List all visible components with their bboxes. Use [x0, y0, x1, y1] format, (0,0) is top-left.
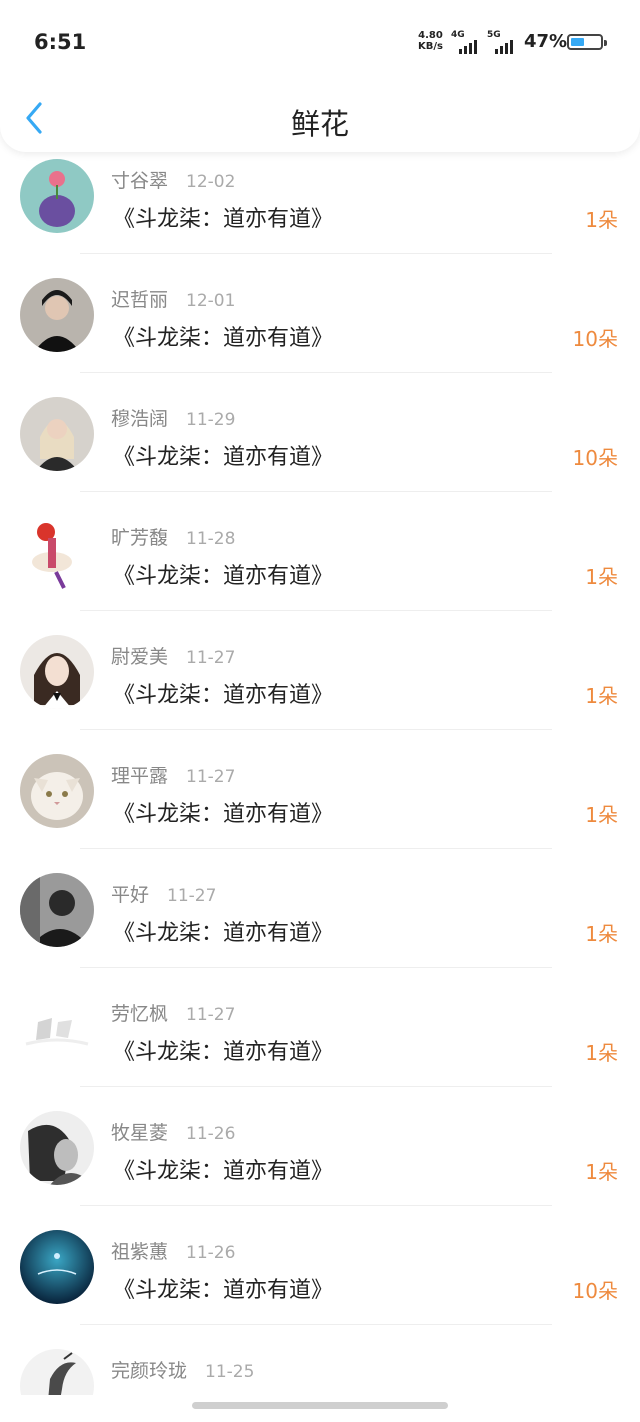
signal-5g-label: 5G: [487, 30, 501, 40]
list-item[interactable]: 平好 11-27 《斗龙柒：道亦有道》 1朵: [0, 869, 640, 988]
sender-name: 迟哲丽 12-01: [111, 289, 236, 311]
list-item[interactable]: 牧星菱 11-26 《斗龙柒：道亦有道》 1朵: [0, 1107, 640, 1226]
divider: [80, 610, 552, 611]
list-item[interactable]: 寸谷翠 12-02 《斗龙柒：道亦有道》 1朵: [0, 155, 640, 274]
book-title: 《斗龙柒：道亦有道》: [113, 683, 334, 708]
book-title: 《斗龙柒：道亦有道》: [113, 1040, 334, 1065]
battery-icon: [567, 34, 607, 50]
list-item[interactable]: 迟哲丽 12-01 《斗龙柒：道亦有道》 10朵: [0, 274, 640, 393]
network-speed: 4.80 KB/s: [418, 30, 443, 52]
avatar[interactable]: [20, 278, 94, 352]
gift-date: 12-01: [186, 291, 236, 311]
list-item[interactable]: 穆浩阔 11-29 《斗龙柒：道亦有道》 10朵: [0, 393, 640, 512]
network-speed-value: 4.80: [418, 30, 443, 41]
sender-name: 理平露 11-27: [111, 765, 236, 787]
flower-count: 1朵: [585, 565, 618, 589]
sender-name: 寸谷翠 12-02: [111, 170, 236, 192]
book-title: 《斗龙柒：道亦有道》: [113, 921, 334, 946]
book-title: 《斗龙柒：道亦有道》: [113, 326, 334, 351]
divider: [80, 729, 552, 730]
avatar[interactable]: [20, 397, 94, 471]
avatar[interactable]: [20, 1230, 94, 1304]
avatar[interactable]: [20, 1349, 94, 1395]
avatar[interactable]: [20, 754, 94, 828]
flower-count: 1朵: [585, 922, 618, 946]
book-title: 《斗龙柒：道亦有道》: [113, 802, 334, 827]
sender-name: 尉爱美 11-27: [111, 646, 236, 668]
flower-count: 10朵: [572, 446, 618, 470]
divider: [80, 1324, 552, 1325]
book-title: 《斗龙柒：道亦有道》: [113, 207, 334, 232]
gift-date: 11-29: [186, 410, 236, 430]
divider: [80, 1086, 552, 1087]
flower-count: 1朵: [585, 684, 618, 708]
gift-date: 11-27: [186, 1005, 236, 1025]
book-title: 《斗龙柒：道亦有道》: [113, 1278, 334, 1303]
divider: [80, 253, 552, 254]
signal-5g-icon: 5G: [487, 30, 517, 54]
sender-name: 穆浩阔 11-29: [111, 408, 236, 430]
sender-name: 平好 11-27: [111, 884, 217, 906]
avatar[interactable]: [20, 1111, 94, 1185]
flower-count: 1朵: [585, 1160, 618, 1184]
home-indicator[interactable]: [192, 1402, 448, 1409]
gift-date: 11-27: [186, 767, 236, 787]
gift-date: 12-02: [186, 172, 236, 192]
divider: [80, 848, 552, 849]
flower-count: 10朵: [572, 1279, 618, 1303]
gift-date: 11-27: [167, 886, 217, 906]
sender-name: 旷芳馥 11-28: [111, 527, 236, 549]
battery-fill: [571, 38, 584, 46]
gift-date: 11-28: [186, 529, 236, 549]
divider: [80, 491, 552, 492]
avatar[interactable]: [20, 992, 94, 1066]
avatar[interactable]: [20, 635, 94, 709]
list-item[interactable]: 理平露 11-27 《斗龙柒：道亦有道》 1朵: [0, 750, 640, 869]
book-title: 《斗龙柒：道亦有道》: [113, 445, 334, 470]
signal-4g-label: 4G: [451, 30, 465, 40]
avatar[interactable]: [20, 159, 94, 233]
list-item[interactable]: 尉爱美 11-27 《斗龙柒：道亦有道》 1朵: [0, 631, 640, 750]
sender-name: 祖紫蕙 11-26: [111, 1241, 236, 1263]
sender-name: 完颜玲珑 11-25: [111, 1360, 255, 1382]
divider: [80, 967, 552, 968]
book-title: 《斗龙柒：道亦有道》: [113, 564, 334, 589]
status-bar: 6:51 4.80 KB/s 4G 5G 47%: [0, 0, 640, 86]
sender-name: 劳忆枫 11-27: [111, 1003, 236, 1025]
flower-count: 10朵: [572, 327, 618, 351]
flower-gift-list[interactable]: 寸谷翠 12-02 《斗龙柒：道亦有道》 1朵 迟哲丽 12-01 《斗龙柒：道亦有…: [0, 155, 640, 1395]
network-speed-unit: KB/s: [418, 41, 443, 52]
gift-date: 11-25: [205, 1362, 255, 1382]
flower-count: 1朵: [585, 803, 618, 827]
app-header: 6:51 4.80 KB/s 4G 5G 47% 鲜花: [0, 0, 640, 152]
battery-percent: 47%: [524, 31, 568, 52]
page-title: 鲜花: [290, 107, 349, 141]
book-title: 《斗龙柒：道亦有道》: [113, 1159, 334, 1184]
list-item[interactable]: 劳忆枫 11-27 《斗龙柒：道亦有道》 1朵: [0, 988, 640, 1107]
list-item[interactable]: 旷芳馥 11-28 《斗龙柒：道亦有道》 1朵: [0, 512, 640, 631]
divider: [80, 372, 552, 373]
flower-count: 1朵: [585, 208, 618, 232]
status-time: 6:51: [34, 30, 87, 54]
signal-4g-icon: 4G: [451, 30, 481, 54]
list-item[interactable]: 完颜玲珑 11-25: [0, 1345, 640, 1395]
flower-count: 1朵: [585, 1041, 618, 1065]
sender-name: 牧星菱 11-26: [111, 1122, 236, 1144]
gift-date: 11-27: [186, 648, 236, 668]
divider: [80, 1205, 552, 1206]
gift-date: 11-26: [186, 1124, 236, 1144]
list-item[interactable]: 祖紫蕙 11-26 《斗龙柒：道亦有道》 10朵: [0, 1226, 640, 1345]
avatar[interactable]: [20, 873, 94, 947]
gift-date: 11-26: [186, 1243, 236, 1263]
avatar[interactable]: [20, 516, 94, 590]
